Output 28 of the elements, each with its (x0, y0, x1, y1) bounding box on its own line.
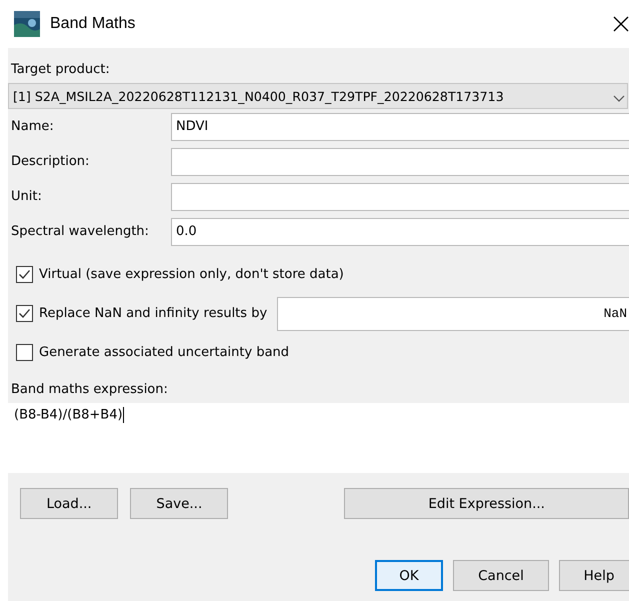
button[interactable]: Load... (20, 488, 118, 519)
checkbox-label: Virtual (save expression only, don't store data) (39, 267, 344, 282)
checkbox[interactable] (16, 305, 33, 322)
field-label: Target product: (10, 61, 111, 79)
input-field[interactable] (171, 148, 629, 176)
app-icon (14, 11, 40, 37)
field-label: Band maths expression: (10, 381, 169, 399)
close-icon[interactable] (613, 16, 629, 32)
input-field[interactable]: NDVI (171, 112, 629, 140)
checkbox-label: Generate associated uncertainty band (39, 345, 290, 360)
checkbox[interactable] (16, 266, 33, 283)
target-product-dropdown[interactable]: [1] S2A_MSIL2A_20220628T112131_N0400_R037_T29TPF_20220628T173713 (8, 83, 628, 109)
field-label: Description: (10, 154, 90, 169)
field-label: Spectral wavelength: (10, 224, 150, 239)
button[interactable]: Save... (130, 488, 228, 519)
button[interactable]: Edit Expression... (344, 488, 629, 519)
window-title: Band Maths (50, 15, 136, 33)
checkbox[interactable] (16, 344, 33, 361)
expression-field[interactable]: (B8-B4)/(B8+B4) (8, 403, 629, 473)
input-field[interactable]: 0.0 (171, 218, 629, 246)
button[interactable]: Help (559, 560, 629, 591)
input-field[interactable]: NaN (277, 296, 629, 330)
field-label: Unit: (10, 189, 43, 204)
field-label: Name: (10, 119, 55, 134)
button[interactable]: OK (375, 560, 443, 591)
checkbox-label: Replace NaN and infinity results by (39, 306, 268, 321)
button[interactable]: Cancel (453, 560, 549, 591)
input-field[interactable] (171, 182, 629, 210)
